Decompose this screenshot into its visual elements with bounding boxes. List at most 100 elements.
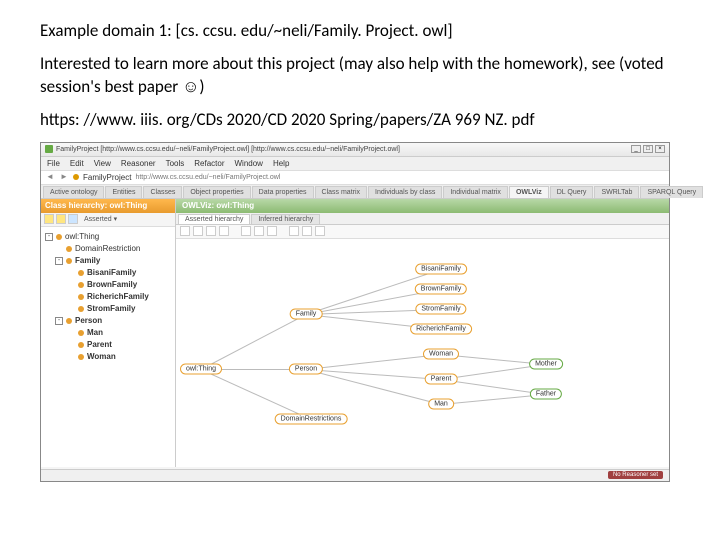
tree-node-label: RicherichFamily — [87, 292, 149, 301]
class-hierarchy-panel: Class hierarchy: owl:Thing Asserted ▾ - o… — [41, 199, 176, 467]
class-hierarchy-toolbar: Asserted ▾ — [41, 213, 175, 227]
tree-node[interactable]: Woman — [45, 351, 171, 363]
tree-node[interactable]: BisaniFamily — [45, 267, 171, 279]
protege-window: FamilyProject [http://www.cs.ccsu.edu/~n… — [40, 142, 670, 482]
graph-node[interactable]: Woman — [423, 348, 459, 359]
tree-node-label: owl:Thing — [65, 232, 99, 241]
tree-node-label: Person — [75, 316, 102, 325]
menu-refactor[interactable]: Refactor — [194, 159, 224, 168]
asserted-dropdown[interactable]: Asserted ▾ — [84, 215, 117, 223]
owlviz-tool-10[interactable] — [315, 226, 325, 236]
slide-line-3: https: //www. iiis. org/CDs 2020/CD 2020… — [40, 109, 680, 132]
tree-toggle-icon[interactable]: - — [55, 257, 63, 265]
tab-data-properties[interactable]: Data properties — [252, 186, 314, 198]
owlviz-tool-4[interactable] — [219, 226, 229, 236]
class-dot-icon — [78, 270, 84, 276]
pathbar: ◄ ► FamilyProject http://www.cs.ccsu.edu… — [41, 171, 669, 185]
tree-node[interactable]: RicherichFamily — [45, 291, 171, 303]
tree-node[interactable]: - Person — [45, 315, 171, 327]
tree-node-label: Family — [75, 256, 100, 265]
titlebar: FamilyProject [http://www.cs.ccsu.edu/~n… — [41, 143, 669, 157]
menu-help[interactable]: Help — [273, 159, 289, 168]
graph-node[interactable]: owl:Thing — [180, 363, 222, 374]
minimize-button[interactable]: _ — [631, 145, 641, 153]
graph-node[interactable]: RicherichFamily — [410, 323, 472, 334]
class-dot-icon — [78, 354, 84, 360]
graph-node[interactable]: BisaniFamily — [415, 263, 467, 274]
tree-toggle-icon[interactable]: - — [45, 233, 53, 241]
owlviz-tool-1[interactable] — [180, 226, 190, 236]
graph-node[interactable]: BrownFamily — [415, 283, 467, 294]
tab-dl-query[interactable]: DL Query — [550, 186, 594, 198]
graph-node[interactable]: StromFamily — [415, 303, 466, 314]
back-button[interactable]: ◄ — [45, 172, 55, 182]
menu-tools[interactable]: Tools — [166, 159, 185, 168]
class-dot-icon — [78, 342, 84, 348]
tree-node[interactable]: Man — [45, 327, 171, 339]
menu-view[interactable]: View — [94, 159, 111, 168]
graph-node[interactable]: Parent — [425, 373, 458, 384]
menu-file[interactable]: File — [47, 159, 60, 168]
tree-node-label: Man — [87, 328, 103, 337]
graph-node[interactable]: Person — [289, 363, 323, 374]
graph-node[interactable]: Father — [530, 388, 562, 399]
menu-edit[interactable]: Edit — [70, 159, 84, 168]
tab-object-properties[interactable]: Object properties — [183, 186, 250, 198]
tab-individual-matrix[interactable]: Individual matrix — [443, 186, 508, 198]
menubar: File Edit View Reasoner Tools Refactor W… — [41, 157, 669, 171]
tab-owlviz[interactable]: OWLViz — [509, 186, 549, 198]
owlviz-panel: OWLViz: owl:Thing Asserted hierarchy Inf… — [176, 199, 669, 467]
tab-sparql[interactable]: SPARQL Query — [640, 186, 703, 198]
tab-classes[interactable]: Classes — [143, 186, 182, 198]
tree-toggle-icon[interactable]: - — [55, 317, 63, 325]
class-dot-icon — [56, 234, 62, 240]
add-subclass-button[interactable] — [56, 214, 66, 224]
tree-node[interactable]: BrownFamily — [45, 279, 171, 291]
tree-node-label: BrownFamily — [87, 280, 137, 289]
tab-active-ontology[interactable]: Active ontology — [43, 186, 104, 198]
owlviz-toolbar — [176, 225, 669, 239]
tab-asserted-hierarchy[interactable]: Asserted hierarchy — [178, 214, 250, 224]
maximize-button[interactable]: □ — [643, 145, 653, 153]
tab-entities[interactable]: Entities — [105, 186, 142, 198]
owlviz-tool-9[interactable] — [302, 226, 312, 236]
tree-node[interactable]: Parent — [45, 339, 171, 351]
owlviz-tool-7[interactable] — [267, 226, 277, 236]
delete-class-button[interactable] — [68, 214, 78, 224]
class-dot-icon — [78, 294, 84, 300]
tree-node-label: BisaniFamily — [87, 268, 136, 277]
tree-node[interactable]: - Family — [45, 255, 171, 267]
reasoner-status[interactable]: No Reasoner set — [608, 471, 663, 479]
tree-node[interactable]: StromFamily — [45, 303, 171, 315]
graph-canvas[interactable]: owl:Thing Family DomainRestrictions Person B… — [176, 239, 669, 467]
owlviz-tool-6[interactable] — [254, 226, 264, 236]
class-dot-icon — [66, 246, 72, 252]
graph-node[interactable]: Family — [290, 308, 323, 319]
owlviz-tool-2[interactable] — [193, 226, 203, 236]
add-class-button[interactable] — [44, 214, 54, 224]
tree-node[interactable]: DomainRestriction — [45, 243, 171, 255]
slide-line-2: Interested to learn more about this proj… — [40, 53, 680, 99]
menu-reasoner[interactable]: Reasoner — [121, 159, 156, 168]
graph-edge — [306, 354, 441, 370]
tab-swrltab[interactable]: SWRLTab — [594, 186, 639, 198]
class-dot-icon — [78, 282, 84, 288]
graph-node[interactable]: Man — [428, 398, 454, 409]
graph-node[interactable]: Mother — [529, 358, 563, 369]
class-hierarchy-header: Class hierarchy: owl:Thing — [41, 199, 175, 213]
tab-inferred-hierarchy[interactable]: Inferred hierarchy — [251, 214, 320, 224]
tab-individuals-by-class[interactable]: Individuals by class — [368, 186, 442, 198]
tree-node-label: Parent — [87, 340, 112, 349]
owlviz-tool-5[interactable] — [241, 226, 251, 236]
close-button[interactable]: × — [655, 145, 665, 153]
owlviz-tool-3[interactable] — [206, 226, 216, 236]
forward-button[interactable]: ► — [59, 172, 69, 182]
graph-node[interactable]: DomainRestrictions — [275, 413, 348, 424]
tree-node[interactable]: - owl:Thing — [45, 231, 171, 243]
owlviz-tool-8[interactable] — [289, 226, 299, 236]
tab-class-matrix[interactable]: Class matrix — [315, 186, 368, 198]
class-dot-icon — [66, 258, 72, 264]
graph-edge — [201, 314, 306, 370]
tree-node-label: Woman — [87, 352, 116, 361]
menu-window[interactable]: Window — [235, 159, 263, 168]
